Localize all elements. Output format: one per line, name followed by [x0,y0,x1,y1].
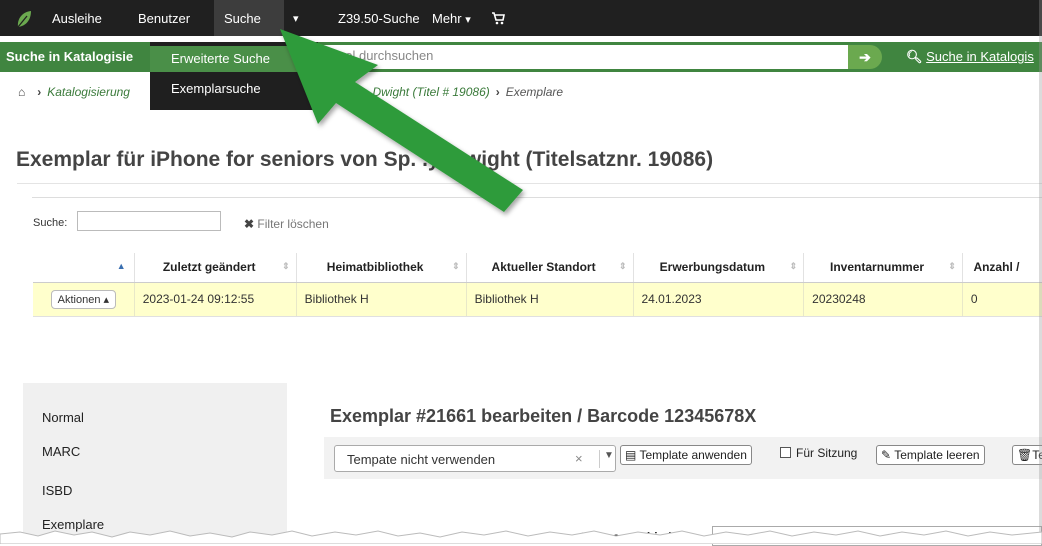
for-session-checkbox[interactable]: Für Sitzung [780,446,857,460]
nav-mehr[interactable]: Mehr ▾ [432,0,471,36]
template-select-value: Tempate nicht verwenden [347,452,496,467]
for-session-label: Für Sitzung [796,446,858,460]
search-context-label[interactable]: Suche in Katalogisie [6,49,133,64]
sort-icon: ⇕ [789,261,798,271]
sort-icon: ⇕ [282,261,290,271]
column-label: Heimatbibliothek [326,260,424,275]
nav-mehr-label: Mehr [432,11,462,26]
chevron-down-icon[interactable]: ▾ [293,0,299,36]
breadcrumb-exemplare: Exemplare [505,85,564,99]
panel-divider [32,197,1042,198]
close-icon: ✖ [244,217,255,231]
menu-item-erweiterte-suche[interactable]: Erweiterte Suche [150,46,318,72]
leaf-logo-icon[interactable] [14,9,34,29]
nav-benutzer[interactable]: Benutzer [138,0,190,36]
table-cell: Bibliothek H [466,282,634,317]
sort-icon: ⇕ [948,261,956,271]
filter-label: Suche: [33,217,68,229]
column-label: Erwerbungsdatum [659,260,766,275]
eraser-icon: ✎ [881,448,892,462]
table-cell: 2023-01-24 09:12:55 [134,282,297,317]
checkbox-box [780,447,791,458]
column-header-heimatbibliothek[interactable]: Heimatbibliothek ⇕ [296,253,467,283]
column-header-erwerbungsdatum[interactable]: Erwerbungsdatum ⇕ [633,253,805,283]
sort-icon: ⇕ [452,261,460,271]
sidebar-item-isbd[interactable]: ISBD [42,483,72,498]
menu-item-exemplarsuche[interactable]: Exemplarsuche [150,76,318,102]
column-header-aktueller-standort[interactable]: Aktueller Standort ⇕ [466,253,634,283]
table-header-row: ▲ Zuletzt geändert ⇕ Heimatbibliothek ⇕ Ak… [33,253,1042,283]
apply-template-button[interactable]: ▤ Template anwenden [620,445,752,465]
clear-template-button[interactable]: ✎ Template leeren [876,445,985,465]
items-table: ▲ Zuletzt geändert ⇕ Heimatbibliothek ⇕ Ak… [33,253,1042,317]
edit-item-title: Exemplar #21661 bearbeiten / Barcode 123… [330,406,757,426]
clear-filter-button[interactable]: ✖ Filter löschen [244,217,329,231]
nav-ausleihe[interactable]: Ausleihe [52,0,102,36]
suche-dropdown-menu: Erweiterte Suche Exemplarsuche [150,42,318,110]
breadcrumb-separator: › [37,85,42,99]
home-icon[interactable]: ⌂ [18,85,25,99]
search-submit-button[interactable]: ➔ [848,45,882,69]
table-cell: Bibliothek H [296,282,467,317]
breadcrumb-author-fragment[interactable]: vey, Dwight (Titel # 19086) [348,85,490,99]
filter-input[interactable] [77,211,221,231]
table-row: Aktionen ▴ 2023-01-24 09:12:55 Bibliothe… [33,282,1042,317]
page-title: Exemplar für iPhone for seniors von Sp. … [16,148,714,171]
chevron-down-icon: ▾ [465,14,471,26]
column-header-zuletzt-geaendert[interactable]: Zuletzt geändert ⇕ [134,253,297,283]
sort-asc-icon: ▲ [116,261,126,271]
column-label: Inventarnummer [830,260,925,275]
sort-icon: ⇕ [618,261,627,271]
breadcrumb-separator: › [495,85,500,99]
withdrawn-select[interactable] [712,526,1042,546]
clear-template-label: Template leeren [894,448,980,462]
clear-icon[interactable]: × [575,451,583,466]
column-header-anzahl[interactable]: Anzahl / [962,253,1042,283]
template-select[interactable]: Tempate nicht verwenden × ▼ [334,445,616,472]
table-cell: 0 [962,282,1042,317]
table-cell: 24.01.2023 [633,282,805,317]
trash-icon: 🗑 [1017,448,1033,462]
table-cell: 20230248 [803,282,963,317]
column-header-inventarnummer[interactable]: Inventarnummer ⇕ [803,253,963,283]
delete-template-button[interactable]: 🗑Te [1012,445,1042,465]
column-label: Anzahl / [973,260,1020,275]
sidebar-item-marc[interactable]: MARC [42,444,80,459]
record-view-sidebar: Normal MARC ISBD Exemplare [23,383,287,544]
cart-icon[interactable] [491,12,505,25]
nav-z3950-suche[interactable]: Z39.50-Suche [338,0,420,36]
breadcrumb-katalogisierung[interactable]: Katalogisierung [47,85,130,99]
search-icon: 🔍︎ [906,49,923,64]
nav-suche[interactable]: Suche [224,0,261,36]
withdrawn-label: 0 - Ausgeschieden [580,530,686,544]
top-navbar: Ausleihe Benutzer Suche ▾ Z39.50-Suche M… [0,0,1042,36]
catalog-search-link[interactable]: 🔍︎ Suche in Katalogis [906,49,1034,65]
catalog-search-link-label: Suche in Katalogis [926,49,1034,64]
arrow-right-icon: ➔ [859,49,871,65]
actions-button[interactable]: Aktionen ▴ [50,289,117,309]
clear-filter-label: Filter löschen [257,217,329,231]
sidebar-item-exemplare[interactable]: Exemplare [42,517,104,532]
column-label: Aktueller Standort [491,260,596,275]
actions-cell: Aktionen ▴ [33,282,135,317]
apply-template-label: Template anwenden [639,448,747,462]
calendar-icon: ▤ [625,448,637,462]
chevron-down-icon[interactable]: ▼ [599,450,614,468]
column-header-actions[interactable]: ▲ [33,253,135,283]
column-label: Zuletzt geändert [162,260,256,275]
sidebar-item-normal[interactable]: Normal [42,410,84,425]
search-input-placeholder: ool durchsuchen [338,48,434,63]
